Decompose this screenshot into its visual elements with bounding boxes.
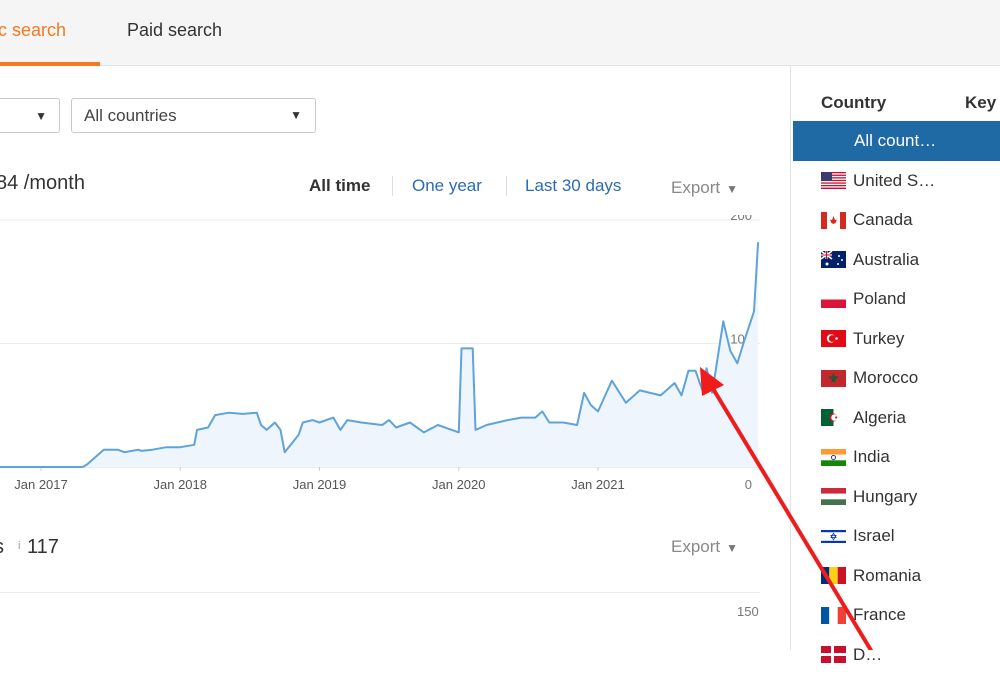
country-name: D… (853, 644, 883, 664)
country-row[interactable]: Hungary (793, 477, 1000, 517)
turkey-flag-icon (821, 330, 846, 347)
range-all-time[interactable]: All time (309, 176, 370, 196)
y-tick-label: 200 (730, 215, 752, 223)
france-flag-icon (821, 606, 846, 624)
y-tick-label: 0 (745, 477, 752, 492)
country-row[interactable]: D… (793, 635, 1000, 675)
country-name: United S… (853, 170, 936, 190)
country-name: Poland (853, 289, 906, 308)
countries-select-value: All countries (84, 105, 177, 125)
top-tab-bar: ganic search Paid search (0, 0, 1000, 66)
country-name: Israel (853, 526, 895, 545)
country-row[interactable]: Morocco (793, 358, 1000, 398)
export-label: Export (671, 537, 721, 556)
algeria-flag-icon (821, 409, 846, 426)
chevron-down-icon: ▼ (726, 182, 739, 196)
country-name: Morocco (853, 368, 919, 387)
india-flag-icon (821, 448, 846, 466)
x-tick-label: Jan 2017 (14, 477, 68, 492)
chevron-down-icon: ▼ (290, 108, 302, 122)
poland-flag-icon (821, 290, 846, 308)
country-name: Romania (853, 565, 922, 585)
column-header-keywords[interactable]: Key (965, 93, 996, 113)
country-name: Canada (853, 210, 913, 229)
export-label: Export (671, 178, 721, 197)
country-name: Algeria (853, 407, 906, 427)
range-divider (392, 176, 393, 196)
tab-organic-search[interactable]: ganic search (0, 20, 66, 41)
traffic-chart: 2001000Jan 2017 Jan 2018 Jan 2019 Jan 2020 J… (0, 215, 760, 492)
country-row[interactable]: Romania (793, 556, 1000, 596)
country-name: India (853, 447, 890, 466)
range-last-30-days[interactable]: Last 30 days (525, 176, 621, 196)
country-row[interactable]: India (793, 437, 1000, 477)
country-row[interactable]: Poland (793, 279, 1000, 319)
romania-flag-icon (821, 567, 846, 584)
canada-flag-icon (821, 211, 846, 229)
israel-flag-icon (821, 527, 846, 545)
x-tick-label: Jan 2021 (571, 477, 625, 492)
chevron-down-icon: ▼ (35, 108, 47, 123)
partial-flag-icon (821, 646, 846, 663)
range-divider (506, 176, 507, 196)
australia-flag-icon (820, 250, 846, 268)
range-one-year[interactable]: One year (412, 176, 482, 196)
country-name: Turkey (853, 328, 905, 348)
hungary-flag-icon (821, 488, 846, 505)
export-button[interactable]: Export ▼ (671, 537, 738, 557)
morocco-flag-icon (821, 369, 846, 387)
mode-select[interactable]: ▼ (0, 98, 60, 133)
us-flag-icon (821, 172, 846, 189)
country-row[interactable]: Algeria (793, 398, 1000, 438)
active-tab-underline (0, 62, 100, 66)
country-row-all-countries[interactable]: All count… (793, 121, 1000, 161)
country-row[interactable]: Australia (793, 240, 1000, 280)
country-name: All count… (854, 131, 937, 150)
x-tick-label: Jan 2018 (154, 477, 208, 492)
country-row[interactable]: United S… (793, 161, 1000, 201)
country-row[interactable]: France (793, 595, 1000, 635)
info-icon[interactable]: i (18, 540, 20, 552)
country-sidebar: Country Key All count… United S… Canada Aus… (790, 66, 1000, 664)
x-tick-label: Jan 2019 (293, 477, 347, 492)
export-button[interactable]: Export ▼ (671, 178, 738, 198)
country-name: Australia (853, 249, 920, 269)
country-name: France (853, 605, 906, 624)
keywords-label: s (0, 536, 4, 559)
chart-gridline (0, 592, 760, 593)
column-header-country[interactable]: Country (821, 93, 886, 113)
chevron-down-icon: ▼ (726, 541, 739, 555)
country-row[interactable]: Turkey (793, 319, 1000, 359)
traffic-value: 84 /month (0, 172, 85, 194)
y-tick-label: 150 (737, 604, 759, 619)
countries-select[interactable]: All countries ▼ (71, 98, 316, 133)
country-row[interactable]: Canada (793, 200, 1000, 240)
country-row[interactable]: Israel (793, 516, 1000, 556)
x-tick-label: Jan 2020 (432, 477, 486, 492)
tab-paid-search[interactable]: Paid search (127, 20, 222, 41)
traffic-area (0, 242, 759, 467)
country-name: Hungary (853, 486, 918, 506)
keywords-value: 117 (27, 536, 59, 558)
